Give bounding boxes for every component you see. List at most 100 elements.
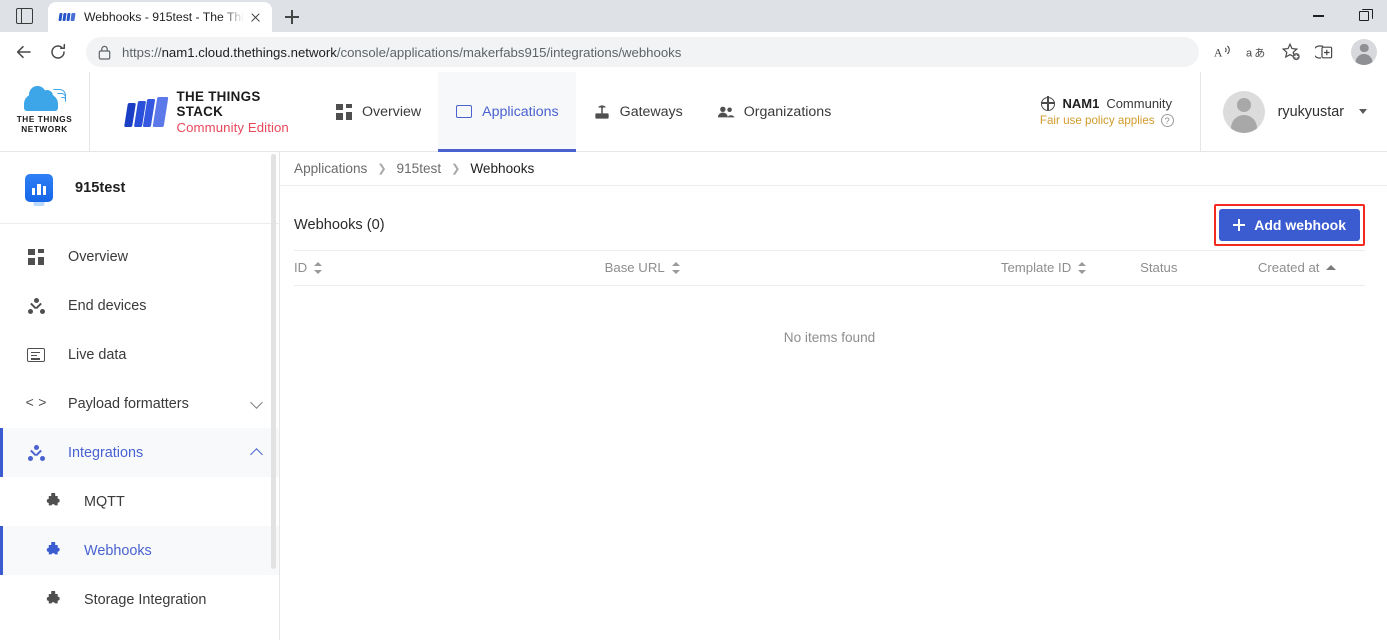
nav-item-organizations[interactable]: Organizations: [700, 72, 849, 151]
fair-use-policy[interactable]: Fair use policy applies ?: [1040, 114, 1174, 127]
grid-icon: [335, 103, 353, 121]
collections-icon: [1315, 45, 1333, 59]
new-tab-button[interactable]: [277, 2, 307, 32]
stacked-books-icon: [124, 96, 168, 127]
browser-tab[interactable]: Webhooks - 915test - The Things: [48, 2, 272, 32]
header-right: NAM1 Community Fair use policy applies ?…: [1020, 72, 1387, 151]
sidebar-item-label: Storage Integration: [84, 591, 207, 608]
sidebar-item-storage-integration[interactable]: Storage Integration: [0, 575, 279, 624]
page-title: Webhooks (0): [294, 217, 385, 233]
sidebar-item-live-data[interactable]: Live data: [0, 330, 279, 379]
code-brackets-icon: < >: [25, 395, 48, 412]
column-label: Template ID: [1000, 260, 1072, 275]
sidebar-nav-list: Overview End devices Live data < > Paylo…: [0, 224, 279, 640]
nav-label-organizations: Organizations: [743, 103, 832, 120]
things-stack-logo[interactable]: THE THINGS STACK Community Edition: [89, 72, 304, 151]
sidebar-item-overview[interactable]: Overview: [0, 232, 279, 281]
back-arrow-icon: [16, 45, 31, 59]
sort-ascending-icon: [1326, 265, 1337, 270]
live-data-icon: [26, 347, 46, 362]
add-webhook-label: Add webhook: [1254, 217, 1346, 233]
grid-icon: [26, 248, 46, 265]
back-button[interactable]: [8, 36, 40, 68]
sidebar-item-mqtt[interactable]: MQTT: [0, 477, 279, 526]
sidebar-scrollbar[interactable]: [271, 154, 276, 569]
integrations-icon: [26, 444, 46, 461]
main-content: Applications ❯ 915test ❯ Webhooks Webhoo…: [280, 152, 1387, 640]
maximize-button[interactable]: [1341, 0, 1387, 32]
ttn-logo-line2: NETWORK: [21, 125, 68, 134]
plus-icon: [1233, 219, 1246, 231]
sidebar-item-integrations[interactable]: Integrations: [0, 428, 279, 477]
sidebar-item-label: MQTT: [84, 493, 125, 510]
svg-text:a: a: [1246, 48, 1253, 60]
sidebar-item-payload-formatters[interactable]: < > Payload formatters: [0, 379, 279, 428]
nav-label-overview: Overview: [362, 103, 422, 120]
close-icon[interactable]: [244, 6, 266, 28]
the-things-network-logo[interactable]: THE THINGS NETWORK: [0, 72, 89, 151]
chevron-down-icon: [1359, 109, 1367, 114]
table-head: ID Base URL Template ID Status Created a: [294, 250, 1365, 286]
add-webhook-button[interactable]: Add webhook: [1219, 209, 1360, 241]
svg-text:A: A: [1214, 46, 1223, 60]
nav-item-gateways[interactable]: Gateways: [576, 72, 700, 151]
column-header-created-at[interactable]: Created at: [1257, 250, 1365, 286]
reload-button[interactable]: [42, 36, 74, 68]
table-header-row: ID Base URL Template ID Status Created a: [294, 250, 1365, 286]
minimize-button[interactable]: [1295, 0, 1341, 32]
sidebar-item-label: Payload formatters: [68, 395, 189, 412]
user-menu[interactable]: ryukyustar: [1199, 72, 1387, 151]
sidebar-item-webhooks[interactable]: Webhooks: [0, 526, 279, 575]
sidebar-app-name: 915test: [75, 179, 126, 196]
add-webhook-highlight: Add webhook: [1214, 204, 1365, 246]
tab-actions-button[interactable]: [0, 0, 48, 32]
organizations-icon: [717, 103, 735, 121]
question-mark-icon[interactable]: ?: [1160, 114, 1174, 127]
window-controls: [1295, 0, 1387, 32]
body-wrapper: 915test Overview End devices Live data <…: [0, 152, 1387, 640]
column-header-status: Status: [1140, 250, 1258, 286]
nav-item-overview[interactable]: Overview: [318, 72, 438, 151]
user-name: ryukyustar: [1277, 103, 1344, 120]
address-bar[interactable]: https://nam1.cloud.thethings.network/con…: [86, 37, 1199, 67]
add-favorite-button[interactable]: [1275, 36, 1307, 68]
table-body: No items found: [294, 286, 1365, 366]
breadcrumb-separator: ❯: [451, 163, 461, 175]
chevron-up-icon: [250, 447, 263, 461]
column-header-id[interactable]: ID: [294, 250, 605, 286]
sort-toggle-icon: [1078, 261, 1087, 274]
browser-titlebar: Webhooks - 915test - The Things: [0, 0, 1387, 32]
breadcrumb: Applications ❯ 915test ❯ Webhooks: [280, 152, 1387, 186]
cluster-line: NAM1 Community: [1041, 96, 1172, 111]
breadcrumb-item-applications[interactable]: Applications: [294, 161, 367, 176]
end-devices-icon: [26, 297, 46, 314]
nav-label-applications: Applications: [482, 103, 559, 120]
puzzle-icon: [43, 541, 63, 560]
column-header-base-url[interactable]: Base URL: [604, 250, 1001, 286]
minimize-icon: [1312, 15, 1324, 17]
collections-button[interactable]: [1309, 36, 1341, 68]
column-header-template-id[interactable]: Template ID: [1000, 250, 1141, 286]
profile-avatar-icon[interactable]: [1351, 39, 1377, 65]
page-header-row: Webhooks (0) Add webhook: [294, 200, 1365, 250]
ttn-logo-text: THE THINGS NETWORK: [17, 115, 73, 135]
translate-button[interactable]: a あ: [1241, 36, 1273, 68]
sidebar-app-header[interactable]: 915test: [0, 152, 279, 224]
application-icon: [455, 103, 473, 121]
column-label: Created at: [1257, 260, 1320, 275]
sidebar-item-aws-iot[interactable]: AWS IoT: [0, 624, 279, 640]
chevron-down-icon: [250, 395, 263, 409]
avatar: [1222, 90, 1265, 133]
breadcrumb-item-915test[interactable]: 915test: [397, 161, 442, 176]
application-dashboard-icon: [25, 173, 53, 202]
stack-logo-line2: Community Edition: [176, 119, 289, 135]
nav-item-applications[interactable]: Applications: [438, 72, 576, 152]
sidebar-item-end-devices[interactable]: End devices: [0, 281, 279, 330]
puzzle-icon: [43, 590, 63, 609]
read-aloud-button[interactable]: A: [1207, 36, 1239, 68]
sidebar-item-label: Integrations: [68, 444, 144, 461]
translate-icon: a あ: [1246, 47, 1265, 60]
add-favorite-icon: [1281, 42, 1300, 61]
cluster-id: NAM1: [1062, 96, 1100, 111]
sort-toggle-icon: [314, 261, 323, 274]
